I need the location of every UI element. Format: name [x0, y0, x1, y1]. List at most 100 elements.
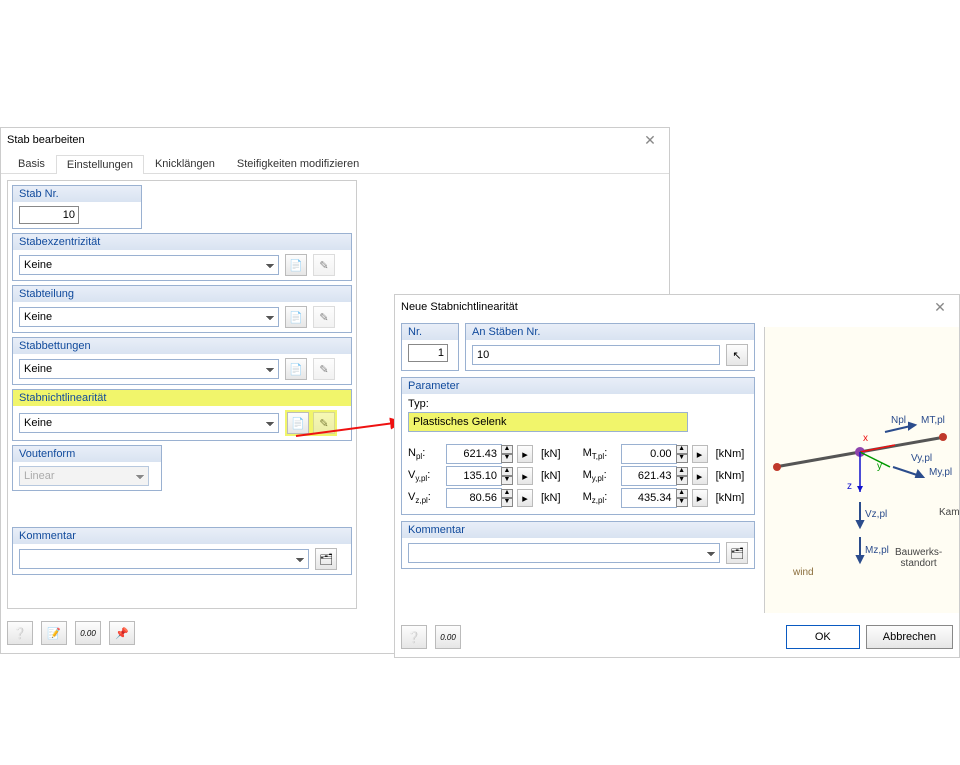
exz-select[interactable]: Keine	[19, 255, 279, 275]
sec-staben-title: An Stäben Nr.	[466, 324, 754, 340]
diag-Vzpl: Vz,pl	[865, 509, 887, 520]
cancel-button[interactable]: Abbrechen	[866, 625, 953, 649]
diag-loc: Bauwerks- standort	[895, 547, 942, 569]
Mypl-extra-icon[interactable]: ▸	[692, 467, 708, 485]
Mzpl-input[interactable]	[621, 488, 677, 508]
diag-z: z	[847, 481, 852, 492]
diagram-panel: x y z Npl MT,pl Vy,pl My,pl Vz,pl Mz,pl …	[764, 327, 959, 613]
new-nonlinearity-dialog: Neue Stabnichtlinearität ✕ Nr. An Stäben…	[394, 294, 960, 658]
sec-komm2: Kommentar 🗂	[401, 521, 755, 569]
diag-kamm: Kamm	[939, 507, 960, 518]
bet-edit-icon[interactable]: ✎	[313, 358, 335, 380]
bet-select[interactable]: Keine	[19, 359, 279, 379]
teil-select[interactable]: Keine	[19, 307, 279, 327]
nl-edit-icon[interactable]: ✎	[313, 412, 335, 434]
lbl-Vzpl: Vz,pl:	[408, 491, 442, 505]
tab-knicklaengen[interactable]: Knicklängen	[144, 154, 226, 173]
col-moments: MT,pl:▲▼▸[kNm] My,pl:▲▼▸[kNm] Mz,pl:▲▼▸[…	[583, 442, 749, 510]
diag-MTpl: MT,pl	[921, 415, 945, 426]
help-icon[interactable]: ❔	[7, 621, 33, 645]
Mzpl-spin[interactable]: ▲▼	[676, 489, 688, 507]
Vzpl-spin[interactable]: ▲▼	[501, 489, 513, 507]
lbl-MTpl: MT,pl:	[583, 447, 617, 461]
nl-new-icon[interactable]: 📄	[287, 412, 309, 434]
diag-Mzpl: Mz,pl	[865, 545, 889, 556]
tab-basis[interactable]: Basis	[7, 154, 56, 173]
sec-nl-title: Stabnichtlinearität	[13, 390, 351, 406]
Mypl-spin[interactable]: ▲▼	[676, 467, 688, 485]
pick-members-icon[interactable]: ↖	[726, 344, 748, 366]
sec-bet: Stabbettungen Keine 📄 ✎	[12, 337, 352, 385]
Vzpl-input[interactable]	[446, 488, 502, 508]
sec-exz: Stabexzentrizität Keine 📄 ✎	[12, 233, 352, 281]
vf-select: Linear	[19, 466, 149, 486]
titlebar2: Neue Stabnichtlinearität ✕	[395, 295, 959, 319]
Mzpl-extra-icon[interactable]: ▸	[692, 489, 708, 507]
tabstrip: Basis Einstellungen Knicklängen Steifigk…	[1, 154, 669, 174]
Mypl-input[interactable]	[621, 466, 677, 486]
unit-kNm2: [kNm]	[712, 470, 749, 482]
diag-x: x	[863, 433, 868, 444]
sec-komm-title: Kommentar	[13, 528, 351, 544]
komm2-pick-icon[interactable]: 🗂	[726, 542, 748, 564]
bet-new-icon[interactable]: 📄	[285, 358, 307, 380]
MTpl-spin[interactable]: ▲▼	[676, 445, 688, 463]
sec-teil-title: Stabteilung	[13, 286, 351, 302]
nl-select[interactable]: Keine	[19, 413, 279, 433]
exz-edit-icon[interactable]: ✎	[313, 254, 335, 276]
komm-select[interactable]	[19, 549, 309, 569]
teil-new-icon[interactable]: 📄	[285, 306, 307, 328]
Vypl-spin[interactable]: ▲▼	[501, 467, 513, 485]
window2-title: Neue Stabnichtlinearität	[401, 301, 518, 313]
close-icon[interactable]: ✕	[637, 130, 663, 150]
sec-param-title: Parameter	[402, 378, 754, 394]
sec-nl: Stabnichtlinearität Keine 📄 ✎	[12, 389, 352, 441]
diag-y: y	[877, 461, 882, 472]
Vypl-input[interactable]	[446, 466, 502, 486]
sec-nr-title: Nr.	[402, 324, 458, 340]
sec-vf: Voutenform Linear	[12, 445, 162, 491]
note-icon[interactable]: 📝	[41, 621, 67, 645]
MTpl-input[interactable]	[621, 444, 677, 464]
tab-einstellungen[interactable]: Einstellungen	[56, 155, 144, 174]
stabnr-input[interactable]	[19, 206, 79, 224]
sec-teil: Stabteilung Keine 📄 ✎	[12, 285, 352, 333]
nr-input[interactable]	[408, 344, 448, 362]
komm2-select[interactable]	[408, 543, 720, 563]
help2-icon[interactable]: ❔	[401, 625, 427, 649]
sec-komm: Kommentar 🗂	[12, 527, 352, 575]
sec-nr: Nr.	[401, 323, 459, 371]
pin-icon[interactable]: 📌	[109, 621, 135, 645]
komm-pick-icon[interactable]: 🗂	[315, 548, 337, 570]
col-forces: Npl:▲▼▸[kN] Vy,pl:▲▼▸[kN] Vz,pl:▲▼▸[kN]	[408, 442, 565, 510]
sec-vf-title: Voutenform	[13, 446, 161, 462]
unit-kN: [kN]	[537, 448, 565, 460]
close2-icon[interactable]: ✕	[927, 297, 953, 317]
window-title: Stab bearbeiten	[7, 134, 85, 146]
sec-exz-title: Stabexzentrizität	[13, 234, 351, 250]
diag-wind: wind	[793, 567, 814, 578]
sec-stabnr-title: Stab Nr.	[13, 186, 141, 202]
Npl-extra-icon[interactable]: ▸	[517, 445, 533, 463]
Vzpl-extra-icon[interactable]: ▸	[517, 489, 533, 507]
typ-select[interactable]: Plastisches Gelenk	[408, 412, 688, 432]
teil-edit-icon[interactable]: ✎	[313, 306, 335, 328]
unit-kN2: [kN]	[537, 470, 565, 482]
units-icon[interactable]: 0.00	[75, 621, 101, 645]
Vypl-extra-icon[interactable]: ▸	[517, 467, 533, 485]
Npl-spin[interactable]: ▲▼	[501, 445, 513, 463]
lbl-Mypl: My,pl:	[583, 469, 617, 483]
win2-buttons: OK Abbrechen	[786, 625, 953, 649]
MTpl-extra-icon[interactable]: ▸	[692, 445, 708, 463]
diag-Npl: Npl	[891, 415, 906, 426]
Npl-input[interactable]	[446, 444, 502, 464]
sec-param: Parameter Typ: Plastisches Gelenk Npl:▲▼…	[401, 377, 755, 515]
diag-Vypl: Vy,pl	[911, 453, 932, 464]
bottom-toolbar: ❔ 📝 0.00 📌	[7, 621, 135, 645]
units2-icon[interactable]: 0.00	[435, 625, 461, 649]
staben-input[interactable]	[472, 345, 720, 365]
sec-komm2-title: Kommentar	[402, 522, 754, 538]
exz-new-icon[interactable]: 📄	[285, 254, 307, 276]
tab-steifigkeiten[interactable]: Steifigkeiten modifizieren	[226, 154, 370, 173]
ok-button[interactable]: OK	[786, 625, 860, 649]
